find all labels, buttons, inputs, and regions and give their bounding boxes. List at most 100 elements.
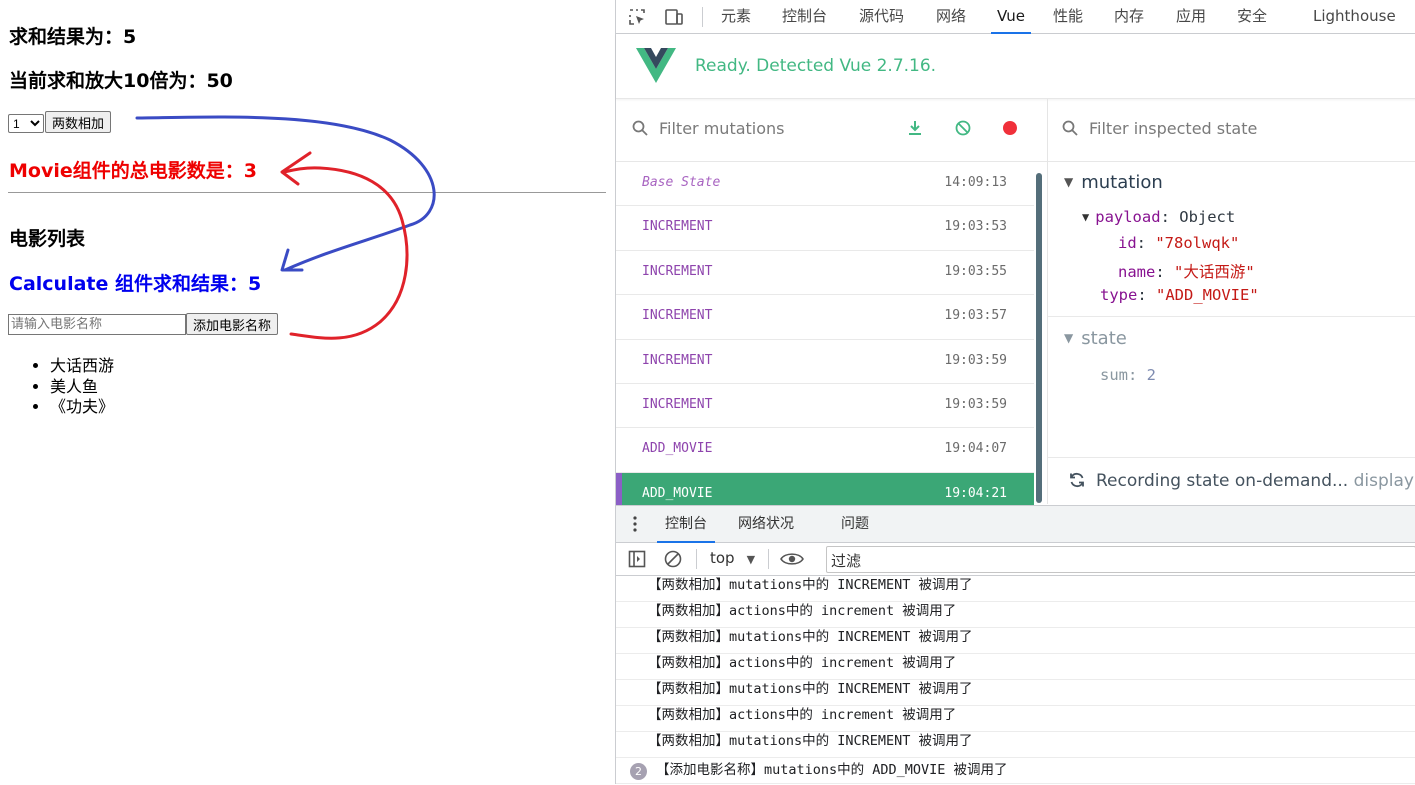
tab-security[interactable]: 安全: [1237, 0, 1267, 33]
vue-devtools-header: Ready. Detected Vue 2.7.16.: [616, 34, 1415, 99]
console-message-grouped: 2 【添加电影名称】mutations中的 ADD_MOVIE 被调用了: [616, 758, 1415, 784]
mutation-time: 19:03:59: [944, 352, 1007, 368]
mutation-row[interactable]: INCREMENT 19:03:55: [616, 251, 1034, 296]
record-icon[interactable]: [1001, 119, 1019, 137]
repeat-count-badge: 2: [630, 763, 647, 780]
recording-status: Recording state on-demand... displaying: [1068, 471, 1415, 491]
mutation-row[interactable]: INCREMENT 19:03:59: [616, 384, 1034, 429]
state-section-header[interactable]: ▼ state: [1064, 328, 1127, 349]
recording-suffix: displaying: [1353, 471, 1415, 491]
mutation-row[interactable]: INCREMENT 19:03:57: [616, 295, 1034, 340]
mutation-name: INCREMENT: [642, 308, 713, 324]
movie-list: 大话西游 美人鱼 《功夫》: [10, 356, 114, 418]
more-menu-icon[interactable]: [632, 516, 638, 532]
mutation-name: INCREMENT: [642, 352, 713, 368]
type-value: "ADD_MOVIE": [1156, 286, 1259, 304]
name-key: name: [1118, 263, 1156, 281]
mutation-name: Base State: [642, 175, 721, 190]
vue-status-text: Ready. Detected Vue 2.7.16.: [695, 56, 937, 76]
commit-all-icon[interactable]: [906, 119, 924, 137]
live-expression-eye-icon[interactable]: [780, 551, 804, 567]
tab-application[interactable]: 应用: [1176, 0, 1206, 33]
mutation-section-header[interactable]: ▼ mutation: [1064, 172, 1163, 193]
mutation-name: INCREMENT: [642, 219, 713, 235]
mutation-time: 19:03:53: [944, 219, 1007, 235]
red-annotation-arrow: [282, 166, 409, 340]
mutation-time: 19:03:59: [944, 396, 1007, 412]
refresh-icon[interactable]: [1068, 471, 1086, 489]
mutation-time: 19:04:07: [944, 441, 1007, 457]
inspect-element-icon[interactable]: [627, 7, 647, 27]
payload-type: Object: [1179, 208, 1236, 226]
mutation-time: 14:09:13: [944, 175, 1007, 190]
payload-key: payload: [1095, 208, 1161, 226]
annotation-arrows: [135, 115, 436, 340]
sum-key: sum: [1100, 366, 1128, 384]
tab-performance[interactable]: 性能: [1053, 0, 1083, 33]
blue-annotation-arrow: [135, 115, 436, 272]
drawer-tabbar: 控制台 网络状况 问题: [616, 506, 1415, 543]
inspector-divider: [1048, 316, 1415, 317]
inspector-divider: [1048, 457, 1415, 458]
sum-value: 2: [1146, 366, 1157, 384]
expand-triangle-icon[interactable]: ▼: [1064, 331, 1073, 345]
tab-sources[interactable]: 源代码: [859, 0, 904, 33]
tab-console[interactable]: 控制台: [782, 0, 827, 33]
id-row: id: "78olwqk": [1118, 234, 1240, 252]
mutation-time: 19:04:21: [944, 485, 1007, 501]
console-message: 【两数相加】mutations中的 INCREMENT 被调用了: [616, 732, 1415, 758]
mutation-list: Base State 14:09:13 INCREMENT 19:03:53 I…: [616, 162, 1034, 518]
mutation-time: 19:03:55: [944, 263, 1007, 279]
expand-triangle-icon[interactable]: ▼: [1064, 175, 1073, 189]
console-drawer: 控制台 网络状况 问题 top ▼ 过滤 【两数相加】mutations中的 I…: [616, 505, 1415, 785]
console-toolbar: top ▼ 过滤: [616, 543, 1415, 576]
mutation-name: INCREMENT: [642, 396, 713, 412]
tab-lighthouse[interactable]: Lighthouse: [1313, 0, 1396, 33]
payload-row[interactable]: ▼ payload: Object: [1082, 208, 1235, 226]
drawer-tab-issues[interactable]: 问题: [841, 506, 869, 542]
mutation-row[interactable]: INCREMENT 19:03:53: [616, 206, 1034, 251]
list-item: 《功夫》: [50, 397, 114, 418]
tab-vue[interactable]: Vue: [991, 0, 1031, 34]
expand-triangle-icon[interactable]: ▼: [1082, 210, 1089, 224]
context-value: top: [710, 549, 735, 567]
mutation-row[interactable]: ADD_MOVIE 19:04:07: [616, 428, 1034, 473]
list-item: 美人鱼: [50, 377, 114, 398]
id-value: "78olwqk": [1155, 234, 1240, 252]
vue-logo-icon: [636, 48, 676, 83]
context-selector[interactable]: top ▼: [710, 549, 755, 567]
filter-state-input[interactable]: Filter inspected state: [1089, 119, 1257, 138]
tab-memory[interactable]: 内存: [1114, 0, 1144, 33]
sum-row: sum: 2: [1100, 366, 1157, 384]
search-icon: [1062, 120, 1078, 136]
mutation-row[interactable]: INCREMENT 19:03:59: [616, 340, 1034, 384]
dropdown-arrow-icon: ▼: [746, 553, 756, 566]
type-key: type: [1100, 286, 1138, 304]
mutation-name: INCREMENT: [642, 263, 713, 279]
console-log: 【两数相加】mutations中的 INCREMENT 被调用了 【两数相加】a…: [616, 576, 1415, 784]
name-row: name: "大话西游": [1118, 263, 1255, 281]
revert-all-icon[interactable]: [954, 119, 972, 137]
filter-mutations-input[interactable]: Filter mutations: [659, 119, 785, 138]
app-page: 求和结果为：5 当前求和放大10倍为：50 1 两数相加 Movie组件的总电影…: [0, 0, 615, 784]
console-filter-input[interactable]: 过滤: [826, 546, 1415, 573]
sidebar-toggle-icon[interactable]: [628, 550, 646, 568]
state-section-label: state: [1081, 328, 1127, 349]
devtools-tabbar: 元素 控制台 源代码 网络 Vue 性能 内存 应用 安全 Lighthouse: [616, 0, 1415, 34]
type-row: type: "ADD_MOVIE": [1100, 286, 1259, 304]
tab-separator: [702, 7, 703, 27]
drawer-tab-console[interactable]: 控制台: [657, 506, 715, 543]
mutation-row-base-state[interactable]: Base State 14:09:13: [616, 162, 1034, 207]
drawer-tab-network-conditions[interactable]: 网络状况: [738, 506, 794, 542]
mutation-name: ADD_MOVIE: [642, 485, 713, 501]
mutation-list-scrollbar[interactable]: [1036, 173, 1042, 503]
tab-elements[interactable]: 元素: [721, 0, 751, 33]
toolbar-separator: [768, 549, 769, 569]
tab-network[interactable]: 网络: [936, 0, 966, 33]
toolbar-separator: [696, 549, 697, 569]
device-toolbar-icon[interactable]: [664, 7, 684, 27]
clear-console-icon[interactable]: [664, 550, 682, 568]
recording-text: Recording state on-demand...: [1096, 471, 1349, 491]
state-inspector-panel: Filter inspected state ▼ mutation ▼ payloa…: [1048, 99, 1415, 504]
filter-state-bar: Filter inspected state: [1048, 99, 1415, 162]
